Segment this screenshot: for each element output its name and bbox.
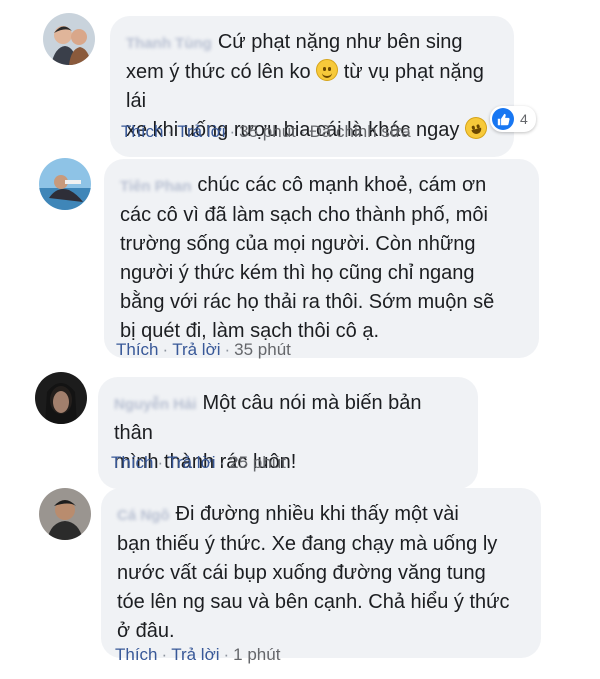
comment-author[interactable]: Cá Ngô [117, 507, 170, 524]
like-button[interactable]: Thích [116, 340, 159, 359]
comment-text: Cứ phạt nặng như bên sing [217, 31, 463, 53]
avatar[interactable] [39, 488, 91, 540]
comment-author[interactable]: Thanh Tùng [126, 35, 212, 52]
smile-emoji-icon [316, 59, 339, 81]
comment-text: Đi đường nhiều khi thấy một vài [175, 503, 459, 525]
reply-button[interactable]: Trả lời [167, 453, 215, 472]
comment-text: tóe lên ng sau và bên cạnh. Chả hiểu ý t… [117, 591, 510, 613]
comment-actions: Thích · Trả lời · 35 phút · Đã chỉnh sửa [121, 122, 411, 141]
comment-bubble: Cá Ngô Đi đường nhiều khi thấy một vài bạ… [101, 488, 541, 658]
laughing-emoji-icon [462, 114, 490, 142]
comment-actions: Thích · Trả lời · 35 phút [116, 340, 291, 359]
like-icon [492, 108, 514, 130]
comment-actions: Thích · Trả lời · 25 phút [111, 453, 286, 472]
reaction-summary[interactable]: 4 [490, 106, 536, 132]
comment-text: ở đâu. [117, 620, 175, 642]
like-button[interactable]: Thích [115, 645, 158, 664]
comment-author[interactable]: Tiên Phan [120, 178, 191, 195]
timestamp[interactable]: 25 phút [229, 453, 286, 472]
comment-text: chúc các cô mạnh khoẻ, cám ơn [197, 174, 487, 196]
comment-text: bị quét đi, làm sạch thôi cô ạ. [120, 320, 380, 342]
comment-text: người ý thức kém thì họ cũng chỉ ngang [120, 262, 475, 284]
edited-label[interactable]: Đã chỉnh sửa [310, 122, 411, 141]
like-button[interactable]: Thích [111, 453, 154, 472]
comment-text: bạn thiếu ý thức. Xe đang chạy mà uống l… [117, 533, 498, 555]
reaction-count: 4 [520, 111, 528, 127]
avatar[interactable] [43, 13, 95, 65]
avatar[interactable] [39, 158, 91, 210]
timestamp[interactable]: 35 phút [234, 340, 291, 359]
like-button[interactable]: Thích [121, 122, 164, 141]
comment-text: trường sống của mọi người. Còn những [120, 233, 476, 255]
timestamp[interactable]: 1 phút [233, 645, 280, 664]
reply-button[interactable]: Trả lời [177, 122, 225, 141]
comment-author[interactable]: Nguyễn Hải [114, 396, 197, 413]
timestamp[interactable]: 35 phút [239, 122, 296, 141]
comment-text: các cô vì đã làm sạch cho thành phố, môi [120, 204, 488, 226]
comment-text: nước vất cái bụp xuống đường văng tung [117, 562, 486, 584]
comment-text: xem ý thức có lên ko [126, 61, 311, 83]
avatar[interactable] [35, 372, 87, 424]
comment-actions: Thích · Trả lời · 1 phút [115, 645, 281, 664]
reply-button[interactable]: Trả lời [172, 340, 220, 359]
comment-text: bằng với rác họ thải ra thôi. Sớm muộn s… [120, 291, 495, 313]
reply-button[interactable]: Trả lời [171, 645, 219, 664]
comment-bubble: Tiên Phan chúc các cô mạnh khoẻ, cám ơn c… [104, 159, 539, 358]
